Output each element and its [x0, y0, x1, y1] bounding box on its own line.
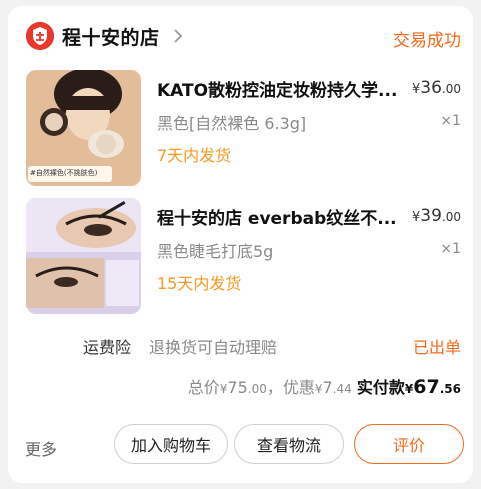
product-price: ¥36.00 — [411, 78, 461, 98]
insurance-label: 运费险 — [83, 338, 132, 357]
product-title[interactable]: KATO散粉控油定妆粉持久学... — [157, 76, 399, 101]
order-item[interactable]: #自然裸色(不挑肤色) KATO散粉控油定妆粉持久学... ¥36.00 黑色[… — [8, 68, 473, 186]
order-header: 程十安的店 交易成功 — [8, 6, 473, 62]
order-status: 交易成功 — [393, 31, 461, 51]
shop-shield-icon[interactable] — [26, 22, 54, 50]
more-button[interactable]: 更多 — [25, 436, 57, 460]
order-totals: 总价¥75.00，优惠¥7.44 实付款¥67.56 — [187, 376, 461, 398]
order-card: 程十安的店 交易成功 #自然裸色(不挑肤色) KATO散粉控油定妆粉持久学... — [8, 6, 473, 483]
product-qty: ×1 — [440, 113, 461, 129]
shipping-note: 7天内发货 — [157, 146, 232, 165]
insurance-status: 已出单 — [412, 338, 461, 357]
product-thumbnail[interactable] — [26, 198, 141, 314]
add-to-cart-button[interactable]: 加入购物车 — [114, 424, 228, 464]
product-title[interactable]: 程十安的店 everbab纹丝不... — [157, 204, 399, 229]
order-item[interactable]: 程十安的店 everbab纹丝不... ¥39.00 黑色睫毛打底5g ×1 1… — [8, 196, 473, 314]
product-price: ¥39.00 — [411, 206, 461, 226]
view-logistics-button[interactable]: 查看物流 — [234, 424, 344, 464]
product-thumbnail[interactable]: #自然裸色(不挑肤色) — [26, 70, 141, 186]
shipping-note: 15天内发货 — [157, 274, 242, 293]
product-spec: 黑色[自然裸色 6.3g] — [157, 114, 307, 133]
product-qty: ×1 — [440, 241, 461, 257]
chevron-right-icon[interactable] — [171, 25, 185, 47]
thumb-badge: #自然裸色(不挑肤色) — [30, 169, 98, 177]
review-button[interactable]: 评价 — [354, 424, 464, 464]
product-spec: 黑色睫毛打底5g — [157, 242, 274, 261]
shop-name[interactable]: 程十安的店 — [62, 23, 160, 50]
insurance-desc: 退换货可自动理赔 — [149, 338, 278, 357]
shipping-insurance-row[interactable]: 运费险 退换货可自动理赔 已出单 — [8, 330, 473, 360]
